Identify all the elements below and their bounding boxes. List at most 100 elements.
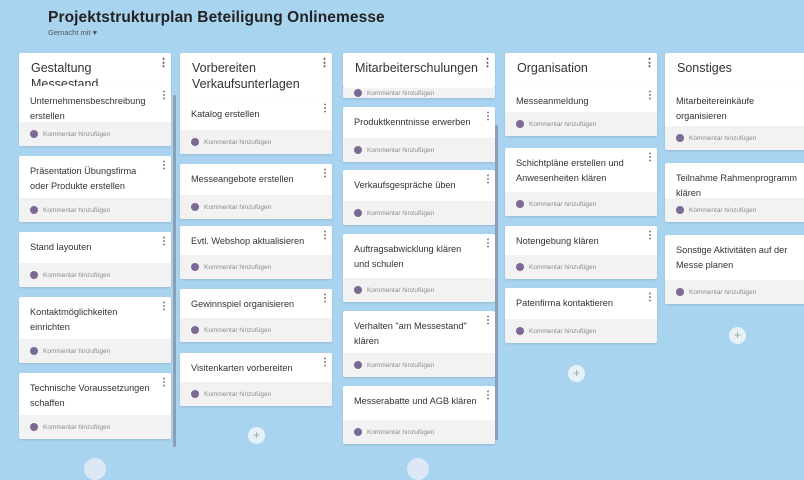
post-card-partial[interactable]: Kommentar hinzufügen [343, 88, 495, 98]
add-comment-placeholder[interactable]: Kommentar hinzufügen [43, 131, 110, 138]
column-title[interactable]: Mitarbeiterschulungen [355, 60, 478, 76]
column-menu-icon[interactable]: ⋮ [319, 58, 330, 69]
post-menu-icon[interactable]: ⋮ [483, 111, 493, 122]
comment-row[interactable]: Kommentar hinzufügen [665, 126, 804, 150]
add-comment-placeholder[interactable]: Kommentar hinzufügen [43, 207, 110, 214]
post-menu-icon[interactable]: ⋮ [645, 152, 655, 163]
add-comment-placeholder[interactable]: Kommentar hinzufügen [367, 90, 434, 97]
comment-row[interactable]: Kommentar hinzufügen [19, 122, 171, 146]
post-card[interactable]: Präsentation Übungsfirma oder Produkte e… [19, 156, 171, 222]
add-comment-placeholder[interactable]: Kommentar hinzufügen [204, 327, 271, 334]
add-comment-placeholder[interactable]: Kommentar hinzufügen [367, 429, 434, 436]
post-menu-icon[interactable]: ⋮ [320, 357, 330, 368]
add-comment-placeholder[interactable]: Kommentar hinzufügen [43, 348, 110, 355]
post-card[interactable]: Teilnahme Rahmenprogramm klären⋮Kommenta… [665, 163, 804, 222]
add-post-button[interactable]: + [729, 327, 746, 344]
comment-row[interactable]: Kommentar hinzufügen [180, 382, 332, 406]
post-menu-icon[interactable]: ⋮ [159, 90, 169, 101]
comment-row[interactable]: Kommentar hinzufügen [343, 278, 495, 302]
add-comment-placeholder[interactable]: Kommentar hinzufügen [367, 210, 434, 217]
comment-row[interactable]: Kommentar hinzufügen [665, 198, 804, 222]
add-comment-placeholder[interactable]: Kommentar hinzufügen [689, 135, 756, 142]
add-comment-placeholder[interactable]: Kommentar hinzufügen [529, 264, 596, 271]
column-menu-icon[interactable]: ⋮ [644, 58, 655, 69]
made-with-label[interactable]: Gemacht mit ♥ [48, 28, 385, 37]
post-menu-icon[interactable]: ⋮ [483, 390, 493, 401]
comment-row[interactable]: Kommentar hinzufügen [505, 112, 657, 136]
add-comment-placeholder[interactable]: Kommentar hinzufügen [204, 264, 271, 271]
post-menu-icon[interactable]: ⋮ [320, 103, 330, 114]
post-card[interactable]: Kontaktmöglichkeiten einrichten ⋮ Kommenta… [19, 297, 171, 363]
column-title[interactable]: Vorbereiten Verkaufsunterlagen [192, 60, 312, 92]
post-menu-icon[interactable]: ⋮ [483, 174, 493, 185]
comment-row[interactable]: Kommentar hinzufügen [180, 130, 332, 154]
post-menu-icon[interactable]: ⋮ [645, 90, 655, 101]
post-menu-icon[interactable]: ⋮ [645, 230, 655, 241]
comment-row[interactable]: Kommentar hinzufügen [665, 280, 804, 304]
post-card[interactable]: Stand layouten ⋮ Kommentar hinzufügen [19, 232, 171, 287]
comment-row[interactable]: Kommentar hinzufügen [180, 318, 332, 342]
post-card[interactable]: Messeangebote erstellen ⋮ Kommentar hinzuf… [180, 164, 332, 219]
column-menu-icon[interactable]: ⋮ [482, 58, 493, 69]
post-menu-icon[interactable]: ⋮ [159, 301, 169, 312]
add-comment-placeholder[interactable]: Kommentar hinzufügen [367, 362, 434, 369]
add-comment-placeholder[interactable]: Kommentar hinzufügen [689, 207, 756, 214]
add-comment-placeholder[interactable]: Kommentar hinzufügen [204, 204, 271, 211]
post-menu-icon[interactable]: ⋮ [483, 238, 493, 249]
add-comment-placeholder[interactable]: Kommentar hinzufügen [367, 287, 434, 294]
post-card[interactable]: Messerabatte und AGB klären ⋮ Kommentar hi… [343, 386, 495, 444]
add-comment-placeholder[interactable]: Kommentar hinzufügen [529, 121, 596, 128]
add-comment-placeholder[interactable]: Kommentar hinzufügen [689, 289, 756, 296]
add-comment-placeholder[interactable]: Kommentar hinzufügen [367, 147, 434, 154]
add-comment-placeholder[interactable]: Kommentar hinzufügen [204, 391, 271, 398]
post-card[interactable]: Katalog erstellen ⋮ Kommentar hinzufügen [180, 99, 332, 154]
add-post-button[interactable]: + [248, 427, 265, 444]
add-post-button[interactable] [407, 458, 429, 480]
comment-row[interactable]: Kommentar hinzufügen [505, 319, 657, 343]
comment-row[interactable]: Kommentar hinzufügen [19, 415, 171, 439]
post-card[interactable]: Produktkenntnisse erwerben ⋮ Kommentar hin… [343, 107, 495, 162]
add-comment-placeholder[interactable]: Kommentar hinzufügen [204, 139, 271, 146]
add-comment-placeholder[interactable]: Kommentar hinzufügen [43, 272, 110, 279]
column-title[interactable]: Sonstiges [677, 60, 797, 76]
comment-row[interactable]: Kommentar hinzufügen [19, 339, 171, 363]
add-comment-placeholder[interactable]: Kommentar hinzufügen [529, 328, 596, 335]
post-menu-icon[interactable]: ⋮ [645, 292, 655, 303]
comment-row[interactable]: Kommentar hinzufügen [180, 195, 332, 219]
post-menu-icon[interactable]: ⋮ [159, 236, 169, 247]
post-card[interactable]: Verhalten "am Messestand" klären ⋮ Komment… [343, 311, 495, 377]
post-card[interactable]: Technische Voraussetzungen schaffen ⋮ Komm… [19, 373, 171, 439]
column-title[interactable]: Organisation [517, 60, 637, 76]
column-scrollbar[interactable] [173, 95, 176, 447]
comment-row[interactable]: Kommentar hinzufügen [343, 201, 495, 225]
add-post-button[interactable] [84, 458, 106, 480]
post-card[interactable]: Verkaufsgespräche üben ⋮ Kommentar hinzufü… [343, 170, 495, 225]
add-post-button[interactable]: + [568, 365, 585, 382]
comment-row[interactable]: Kommentar hinzufügen [505, 255, 657, 279]
comment-row[interactable]: Kommentar hinzufügen [343, 353, 495, 377]
post-card[interactable]: Mitarbeitereinkäufe organisieren⋮Komment… [665, 86, 804, 150]
column-scrollbar[interactable] [495, 125, 498, 440]
post-menu-icon[interactable]: ⋮ [320, 168, 330, 179]
column-menu-icon[interactable]: ⋮ [158, 58, 169, 69]
post-menu-icon[interactable]: ⋮ [159, 160, 169, 171]
post-card[interactable]: Gewinnspiel organisieren ⋮ Kommentar hinzu… [180, 289, 332, 342]
add-comment-placeholder[interactable]: Kommentar hinzufügen [529, 201, 596, 208]
comment-row[interactable]: Kommentar hinzufügen [343, 138, 495, 162]
comment-row[interactable]: Kommentar hinzufügen [19, 263, 171, 287]
comment-row[interactable]: Kommentar hinzufügen [505, 192, 657, 216]
add-comment-placeholder[interactable]: Kommentar hinzufügen [43, 424, 110, 431]
post-menu-icon[interactable]: ⋮ [159, 377, 169, 388]
post-card[interactable]: Sonstige Aktivitäten auf der Messe plane… [665, 235, 804, 304]
comment-row[interactable]: Kommentar hinzufügen [180, 255, 332, 279]
comment-row[interactable]: Kommentar hinzufügen [343, 420, 495, 444]
post-menu-icon[interactable]: ⋮ [320, 230, 330, 241]
post-card[interactable]: Evtl. Webshop aktualisieren ⋮ Kommentar hi… [180, 226, 332, 279]
post-card[interactable]: Notengebung klären ⋮ Kommentar hinzufügen [505, 226, 657, 279]
post-card[interactable]: Schichtpläne erstellen und Anwesenheiten… [505, 148, 657, 216]
post-menu-icon[interactable]: ⋮ [483, 315, 493, 326]
post-card[interactable]: Auftragsabwicklung klären und schulen ⋮ Ko… [343, 234, 495, 302]
post-card[interactable]: Unternehmensbeschreibung erstellen ⋮ Komme… [19, 86, 171, 146]
post-card[interactable]: Messeanmeldung durchführen⋮Kommentar hin… [505, 86, 657, 136]
comment-row[interactable]: Kommentar hinzufügen [19, 198, 171, 222]
